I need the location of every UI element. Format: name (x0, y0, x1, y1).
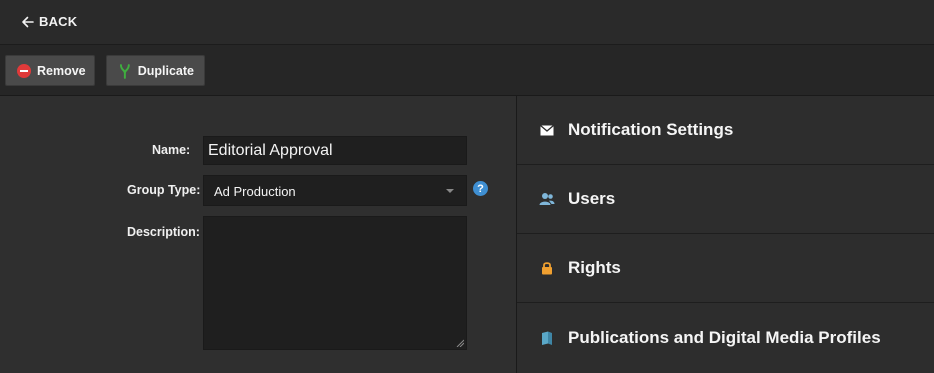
name-input[interactable]: Editorial Approval (203, 136, 467, 165)
remove-icon (17, 63, 31, 78)
duplicate-button[interactable]: Duplicate (106, 55, 205, 86)
group-type-label: Group Type: (127, 183, 201, 197)
section-label: Rights (568, 258, 621, 277)
section-rights[interactable]: Rights (517, 234, 934, 303)
section-publications[interactable]: Publications and Digital Media Profiles (517, 303, 934, 373)
section-label: Notification Settings (568, 120, 734, 139)
remove-button[interactable]: Remove (5, 55, 95, 86)
chevron-down-icon (446, 189, 454, 193)
lock-icon (539, 260, 555, 276)
users-icon (539, 191, 555, 207)
section-label: Publications and Digital Media Profiles (568, 328, 881, 347)
resize-grip-icon[interactable] (456, 339, 464, 347)
book-icon (539, 330, 555, 346)
remove-label: Remove (37, 63, 86, 78)
back-button[interactable]: BACK (21, 14, 77, 29)
section-users[interactable]: Users (517, 165, 934, 234)
envelope-icon (539, 122, 555, 138)
duplicate-label: Duplicate (137, 63, 194, 78)
name-label: Name: (152, 143, 191, 157)
group-type-select[interactable]: Ad Production (203, 175, 467, 206)
section-notification-settings[interactable]: Notification Settings (517, 96, 934, 165)
toolbar: Remove Duplicate (0, 45, 934, 96)
group-type-value: Ad Production (214, 184, 296, 199)
top-bar: BACK (0, 0, 934, 45)
section-label: Users (568, 189, 616, 208)
branch-icon (119, 63, 130, 79)
back-label: BACK (39, 14, 78, 29)
description-label: Description: (127, 225, 200, 239)
arrow-left-icon (22, 16, 34, 27)
help-icon[interactable]: ? (473, 181, 488, 196)
description-textarea[interactable] (203, 216, 467, 350)
